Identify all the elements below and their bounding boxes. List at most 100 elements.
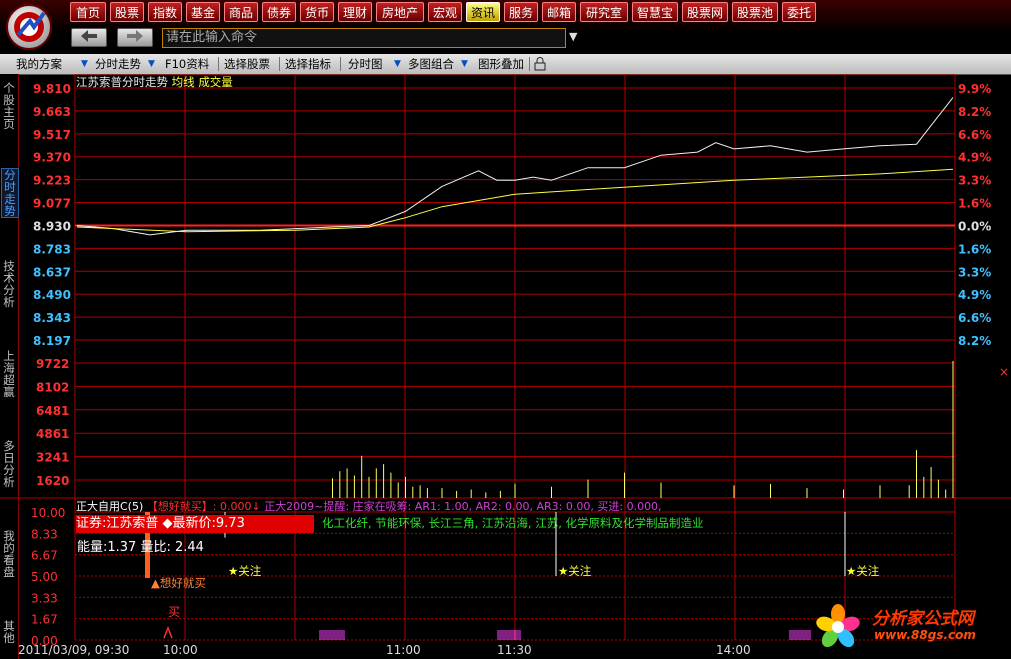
indicator-tick-label: 3.33	[31, 591, 58, 605]
dropdown-arrow-icon[interactable]: ▼	[81, 57, 90, 71]
back-arrow-icon	[81, 30, 97, 42]
watermark-url: www.88gs.com	[874, 628, 976, 642]
app-window: 首页 股票 指数 基金 商品 债券 货币 理财 房地产 宏观 资讯 服务 邮箱 研究室 智慧宝 股票网 股票池委…	[0, 0, 1011, 659]
percent-tick-label: 1.6%	[958, 197, 991, 211]
price-tick-label: 9.663	[33, 105, 71, 119]
price-tick-label: 8.637	[33, 265, 71, 279]
price-tick-label: 8.783	[33, 242, 71, 256]
percent-tick-label: 6.6%	[958, 311, 991, 325]
toolbar-divider	[279, 57, 280, 71]
dropdown-arrow-icon[interactable]: ▼	[394, 57, 403, 71]
volume-tick-label: 4861	[36, 427, 69, 441]
function-toolbar: 我的方案 ▼ 分时走势 ▼ F10资料 选择股票 选择指标 分时图 ▼ 多图组合…	[0, 54, 1011, 75]
x-tick: 11:00	[386, 643, 421, 657]
command-dropdown-icon[interactable]: ▼	[569, 30, 577, 43]
indicator-hint: 正大2009~提醒: 庄家在吸筹: AR1: 1.00, AR2: 0.00, …	[264, 500, 662, 513]
legend-volume: 成交量	[198, 75, 233, 89]
toolbar-intraday-chart[interactable]: 分时图	[348, 54, 383, 74]
price-tick-label: 8.930	[33, 219, 71, 233]
app-logo-icon[interactable]	[4, 3, 54, 51]
volume-tick-label: 3241	[36, 451, 69, 465]
toolbar-my-scheme[interactable]: 我的方案	[16, 54, 62, 74]
percent-tick-label: 4.9%	[958, 288, 991, 302]
nav-button[interactable]: 货币	[300, 2, 334, 22]
percent-tick-label: 8.2%	[958, 334, 991, 348]
dropdown-arrow-icon[interactable]: ▼	[461, 57, 470, 71]
nav-button[interactable]: 委托	[782, 2, 816, 22]
price-tick-label: 9.223	[33, 174, 71, 188]
lock-icon[interactable]	[534, 57, 546, 71]
forward-button[interactable]	[117, 28, 153, 47]
nav-button[interactable]: 理财	[338, 2, 372, 22]
indicator-tick-label: 6.67	[31, 549, 58, 563]
volume-bars	[332, 361, 954, 498]
toolbar-overlay[interactable]: 图形叠加	[478, 54, 524, 74]
price-tick-label: 9.370	[33, 151, 71, 165]
percent-tick-label: 1.6%	[958, 242, 991, 256]
volume-ratio-text: 能量:1.37 量比: 2.44	[77, 540, 204, 555]
nav-button[interactable]: 研究室	[580, 2, 628, 22]
buy-signal-text: 想好就买	[159, 576, 206, 590]
nav-button[interactable]: 资讯	[466, 2, 500, 22]
nav-button[interactable]: 邮箱	[542, 2, 576, 22]
percent-tick-label: 8.2%	[958, 105, 991, 119]
toolbar-intraday[interactable]: 分时走势	[95, 54, 141, 74]
percent-tick-label: 0.0%	[958, 219, 991, 233]
toolbar-multi-chart[interactable]: 多图组合	[408, 54, 454, 74]
price-tick-label: 8.343	[33, 311, 71, 325]
chart-title-text: 江苏索普分时走势	[76, 75, 168, 89]
price-tick-label: 8.490	[33, 288, 71, 302]
price-axis: 9.810 9.663 9.517 9.370 9.223 9.077 8.930 8.783…	[33, 82, 71, 348]
volume-tick-label: 8102	[36, 380, 69, 394]
back-button[interactable]	[71, 28, 107, 47]
percent-tick-label: 3.3%	[958, 174, 991, 188]
toolbar-divider	[218, 57, 219, 71]
indicator-tick-label: 10.00	[31, 506, 65, 520]
command-input[interactable]: 请在此输入命令	[162, 28, 566, 48]
nav-button[interactable]: 商品	[224, 2, 258, 22]
price-tick-label: 9.077	[33, 197, 71, 211]
chart-grid: ×	[0, 74, 1011, 641]
chart-title: 江苏索普分时走势 均线 成交量	[76, 74, 233, 90]
price-tick-label: 9.810	[33, 82, 71, 96]
sector-tags: 化工化纤, 节能环保, 长江三角, 江苏沿海, 江苏, 化学原料及化学制品制造业	[322, 516, 704, 530]
nav-button[interactable]: 房地产	[376, 2, 424, 22]
volume-axis: 9722 8102 6481 4861 3241 1620	[36, 357, 69, 488]
legend-avg-line: 均线	[171, 75, 195, 89]
x-tick: 14:00	[716, 643, 751, 657]
indicator-name: 正大自用C(5)	[76, 500, 144, 513]
buy-arrow-icon	[163, 625, 173, 639]
top-navigation-bar: 首页 股票 指数 基金 商品 债券 货币 理财 房地产 宏观 资讯 服务 邮箱 研究室 智慧宝 股票网 股票池委…	[0, 0, 1011, 54]
volume-tick-label: 6481	[36, 404, 69, 418]
toolbar-divider	[529, 57, 530, 71]
toolbar-divider	[340, 57, 341, 71]
indicator-signal: 【想好就买】: 0.000↓	[146, 500, 261, 513]
nav-button[interactable]: 指数	[148, 2, 182, 22]
toolbar-select-indicator[interactable]: 选择指标	[285, 54, 331, 74]
toolbar-select-stock[interactable]: 选择股票	[224, 54, 270, 74]
nav-button[interactable]: 债券	[262, 2, 296, 22]
forward-arrow-icon	[127, 30, 143, 42]
nav-button[interactable]: 基金	[186, 2, 220, 22]
nav-button[interactable]: 服务	[504, 2, 538, 22]
nav-button[interactable]: 首页	[70, 2, 106, 22]
indicator-tick-label: 8.33	[31, 527, 58, 541]
dropdown-arrow-icon[interactable]: ▼	[148, 57, 157, 71]
focus-label: ★关注	[228, 564, 262, 578]
nav-button[interactable]: 智慧宝	[632, 2, 678, 22]
percent-tick-label: 4.9%	[958, 151, 991, 165]
nav-button[interactable]: 宏观	[428, 2, 462, 22]
x-tick: 10:00	[163, 643, 198, 657]
watermark-name: 分析家公式网	[872, 609, 974, 629]
percent-tick-label: 9.9%	[958, 82, 991, 96]
close-icon: ×	[999, 365, 1009, 379]
percent-tick-label: 3.3%	[958, 265, 991, 279]
price-tick-label: 8.197	[33, 334, 71, 348]
nav-button[interactable]: 股票	[110, 2, 144, 22]
toolbar-f10[interactable]: F10资料	[165, 54, 209, 74]
nav-button[interactable]: 股票池	[732, 2, 778, 22]
nav-button[interactable]: 股票网	[682, 2, 728, 22]
price-tick-label: 9.517	[33, 128, 71, 142]
buy-signal-label: ▲想好就买	[151, 576, 206, 590]
focus-label: ★关注	[558, 564, 592, 578]
